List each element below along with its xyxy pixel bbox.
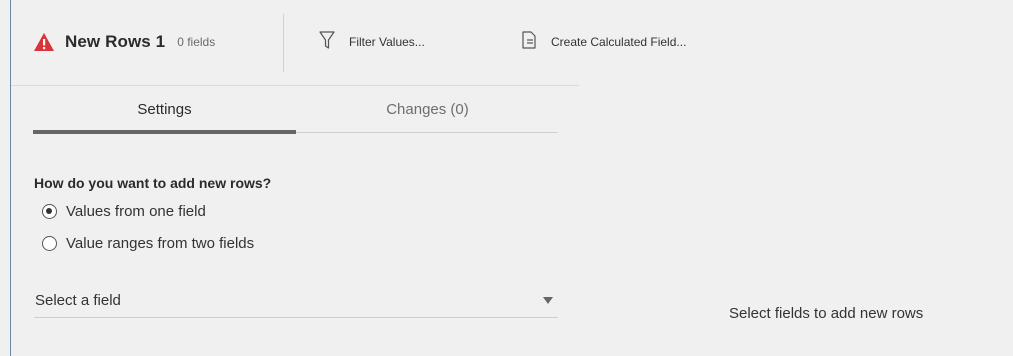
active-tab-indicator bbox=[33, 130, 296, 134]
calculated-field-icon bbox=[521, 30, 537, 55]
new-rows-step-panel: New Rows 1 0 fields Filter Values... Cre… bbox=[0, 0, 1013, 356]
tab-changes[interactable]: Changes (0) bbox=[296, 85, 559, 133]
warning-icon bbox=[33, 32, 55, 52]
field-select-value: Select a field bbox=[35, 292, 121, 309]
filter-icon bbox=[319, 30, 335, 55]
radio-button[interactable] bbox=[42, 236, 57, 251]
option-label: Values from one field bbox=[66, 203, 206, 220]
step-name[interactable]: New Rows 1 bbox=[65, 32, 165, 52]
create-calculated-field-button[interactable]: Create Calculated Field... bbox=[521, 28, 686, 56]
toolbar-divider bbox=[283, 14, 284, 72]
filter-values-button[interactable]: Filter Values... bbox=[319, 28, 425, 56]
option-values-from-one-field[interactable]: Values from one field bbox=[42, 203, 206, 220]
field-count: 0 fields bbox=[177, 35, 216, 49]
canvas-hint: Select fields to add new rows bbox=[729, 305, 924, 322]
filter-values-label: Filter Values... bbox=[349, 35, 425, 49]
add-rows-question: How do you want to add new rows? bbox=[34, 175, 272, 191]
field-select-dropdown[interactable]: Select a field bbox=[34, 288, 558, 318]
tab-settings[interactable]: Settings bbox=[33, 85, 296, 133]
settings-tabs: Settings Changes (0) bbox=[33, 85, 558, 133]
radio-button-selected[interactable] bbox=[42, 204, 57, 219]
chevron-down-icon bbox=[543, 297, 553, 304]
option-label: Value ranges from two fields bbox=[66, 235, 255, 252]
option-value-ranges-from-two-fields[interactable]: Value ranges from two fields bbox=[42, 235, 254, 252]
create-calculated-field-label: Create Calculated Field... bbox=[551, 35, 687, 49]
step-toolbar: New Rows 1 0 fields Filter Values... Cre… bbox=[11, 0, 1013, 85]
step-header: New Rows 1 0 fields bbox=[33, 28, 215, 56]
